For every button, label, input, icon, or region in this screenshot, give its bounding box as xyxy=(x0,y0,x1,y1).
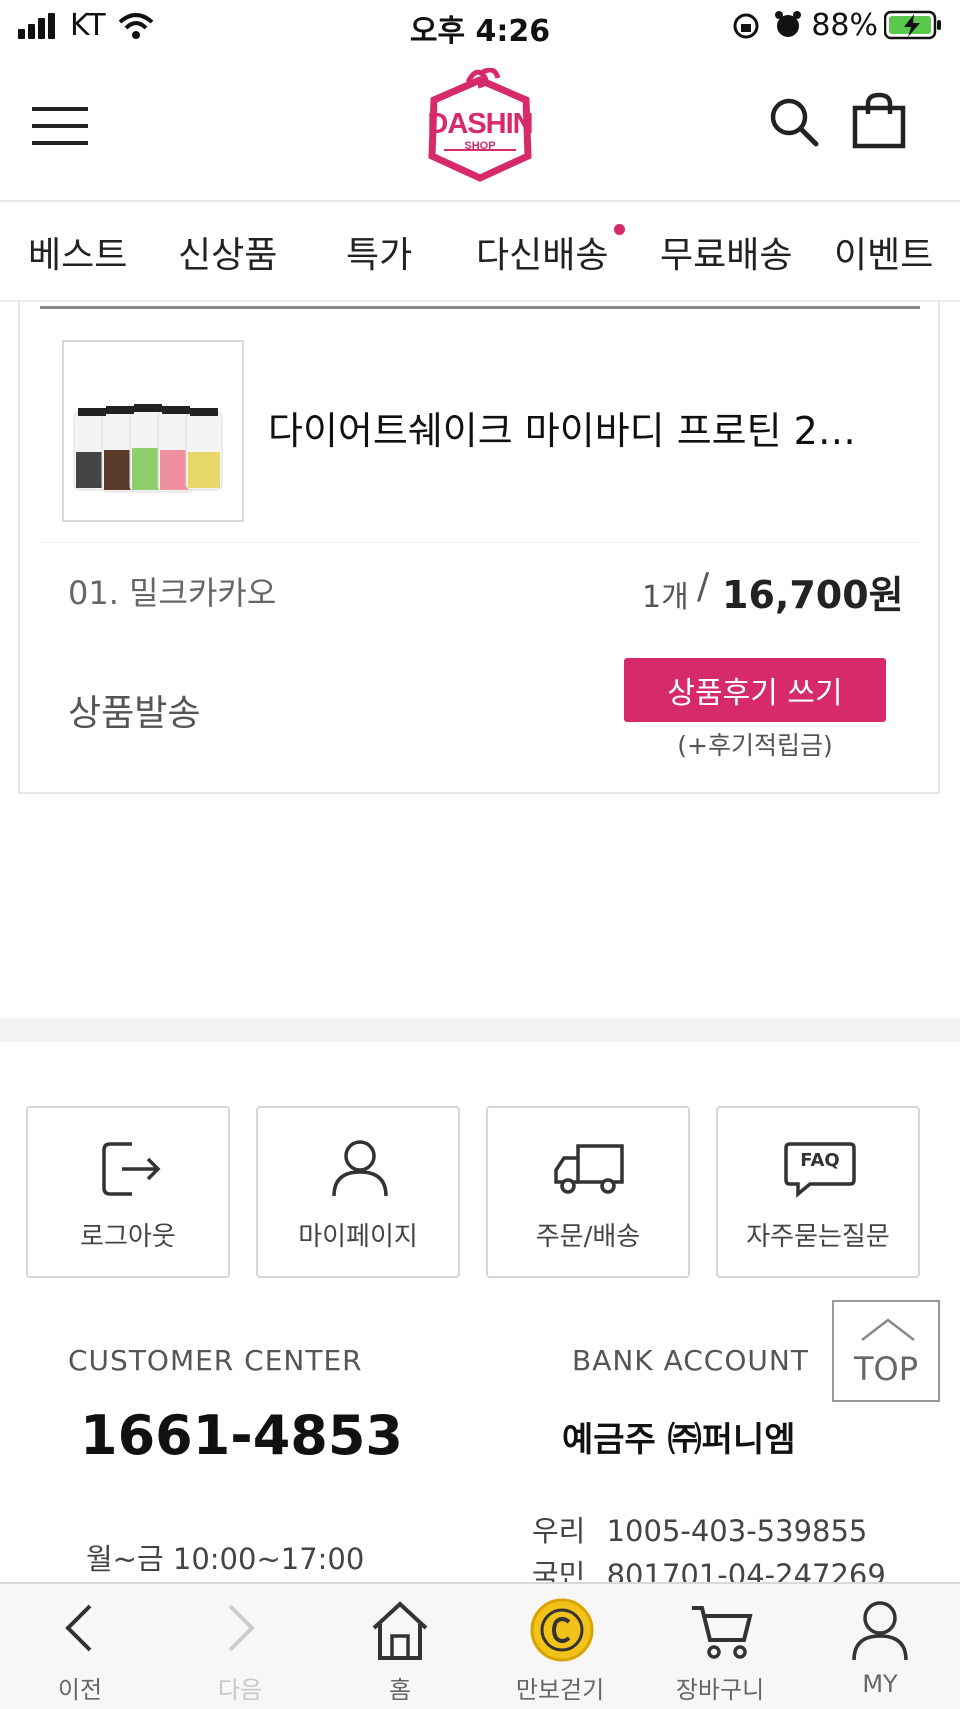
cart-icon xyxy=(692,1606,753,1659)
bank-account-title: BANK ACCOUNT xyxy=(572,1344,809,1377)
tab-pedometer[interactable]: 만보걷기 xyxy=(480,1584,640,1709)
tab-back[interactable]: 이전 xyxy=(0,1584,160,1709)
bank-account-holder: 예금주 ㈜퍼니엠 xyxy=(562,1420,796,1460)
quick-link-label: 마이페이지 xyxy=(298,1222,418,1252)
order-delivery-button[interactable]: 주문/배송 xyxy=(486,1106,690,1278)
top-label: TOP xyxy=(853,1350,919,1388)
alarm-icon xyxy=(775,11,801,37)
tab-label: 만보걷기 xyxy=(515,1676,605,1704)
logout-button[interactable]: 로그아웃 xyxy=(26,1106,230,1278)
bottom-tab-bar: 이전 다음 홈 만보걷기 장바구니 MY xyxy=(0,1582,960,1709)
scroll-top-button[interactable]: TOP xyxy=(832,1300,940,1402)
nav-item-sale[interactable]: 특가 xyxy=(346,226,412,278)
quick-link-label: 자주묻는질문 xyxy=(746,1222,890,1252)
product-title[interactable]: 다이어트쉐이크 마이바디 프로틴 2… xyxy=(268,400,900,455)
home-icon xyxy=(372,1601,428,1660)
user-icon xyxy=(332,1140,388,1197)
product-option: 01. 밀크카카오 xyxy=(68,574,277,612)
write-review-button[interactable]: 상품후기 쓰기 xyxy=(624,658,886,722)
logo-text: DASHIN xyxy=(427,108,533,140)
user-icon xyxy=(852,1601,908,1661)
customer-center-hours: 월~금 10:00~17:00 xyxy=(86,1542,365,1576)
app-header: DASHIN SHOP xyxy=(0,52,960,202)
tab-my[interactable]: MY xyxy=(800,1584,960,1709)
quick-link-label: 주문/배송 xyxy=(535,1222,641,1252)
category-nav: 베스트 신상품 특가 다신배송 무료배송 이벤트 xyxy=(0,202,960,302)
shipping-status: 상품발송 xyxy=(68,693,201,734)
price: 16,700원 xyxy=(722,573,904,617)
logo-subtext: SHOP xyxy=(464,140,496,152)
nav-item-free-shipping[interactable]: 무료배송 xyxy=(660,226,792,278)
customer-center-phone[interactable]: 1661-4853 xyxy=(80,1404,403,1467)
bank-name: 우리 xyxy=(532,1514,586,1548)
battery-percent: 88% xyxy=(811,8,878,43)
rotation-lock-icon xyxy=(733,13,759,39)
quick-link-label: 로그아웃 xyxy=(80,1222,176,1252)
tab-label: 장바구니 xyxy=(675,1676,765,1704)
nav-item-dashin-delivery[interactable]: 다신배송 xyxy=(476,226,608,278)
nav-item-best[interactable]: 베스트 xyxy=(28,226,127,278)
logo[interactable]: DASHIN SHOP xyxy=(416,67,544,186)
status-bar: KT 오후 4:26 88% xyxy=(0,0,960,52)
faq-button[interactable]: FAQ 자주묻는질문 xyxy=(716,1106,920,1278)
hamburger-menu-icon[interactable] xyxy=(32,106,88,146)
tab-label: 홈 xyxy=(388,1676,412,1704)
tab-home[interactable]: 홈 xyxy=(320,1584,480,1709)
tab-label: 다음 xyxy=(217,1676,263,1704)
battery-charging-icon xyxy=(884,10,941,40)
tab-forward[interactable]: 다음 xyxy=(160,1584,320,1709)
mypage-button[interactable]: 마이페이지 xyxy=(256,1106,460,1278)
quantity: 1개 xyxy=(642,580,689,615)
bank-number: 1005-403-539855 xyxy=(606,1514,868,1548)
tab-label: MY xyxy=(862,1670,898,1698)
product-image xyxy=(73,404,223,493)
faq-icon-text: FAQ xyxy=(800,1150,840,1171)
tab-cart[interactable]: 장바구니 xyxy=(640,1584,800,1709)
separator-slash: / xyxy=(697,566,710,607)
review-reward-note: (+후기적립금) xyxy=(677,731,833,760)
chevron-up-icon xyxy=(861,1318,915,1341)
tab-label: 이전 xyxy=(57,1676,103,1704)
shopping-bag-icon[interactable] xyxy=(852,92,906,150)
section-divider xyxy=(0,1018,960,1042)
truck-icon xyxy=(554,1144,624,1194)
coin-icon xyxy=(530,1598,594,1662)
logout-icon xyxy=(102,1142,161,1196)
new-badge-dot xyxy=(614,224,625,235)
bank-account-row: 우리 1005-403-539855 xyxy=(532,1508,867,1550)
nav-item-event[interactable]: 이벤트 xyxy=(834,226,933,278)
customer-center-title: CUSTOMER CENTER xyxy=(68,1344,363,1377)
chevron-left-icon xyxy=(65,1604,92,1652)
divider xyxy=(40,306,920,309)
nav-item-new[interactable]: 신상품 xyxy=(178,226,277,278)
search-icon[interactable] xyxy=(768,96,820,148)
chevron-right-icon xyxy=(228,1604,255,1652)
product-thumbnail[interactable] xyxy=(62,340,244,522)
divider xyxy=(40,542,920,543)
